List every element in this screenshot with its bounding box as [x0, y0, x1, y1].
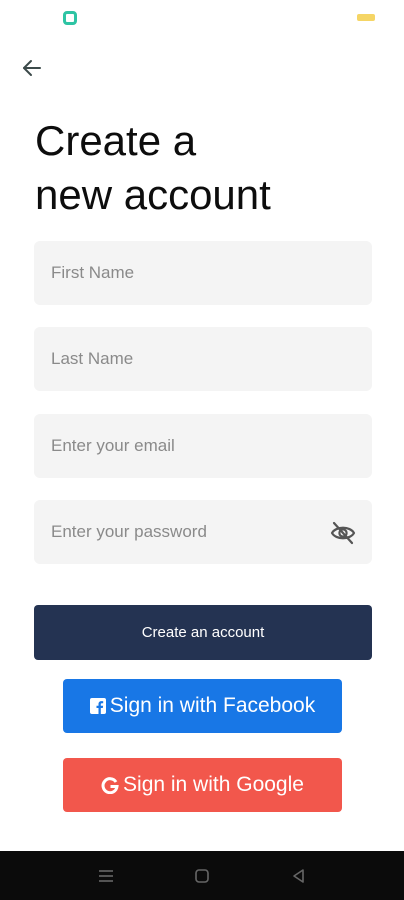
page-title: Create a new account — [35, 114, 375, 222]
menu-icon[interactable] — [95, 865, 117, 887]
status-bar — [0, 0, 404, 36]
first-name-field[interactable] — [34, 241, 372, 305]
facebook-sign-in-label: Sign in with Facebook — [109, 694, 316, 717]
facebook-icon — [89, 698, 106, 714]
back-arrow-icon[interactable] — [20, 56, 44, 80]
password-field[interactable] — [34, 500, 372, 564]
google-sign-in-button[interactable]: Sign in with Google — [63, 758, 342, 812]
google-sign-in-label: Sign in with Google — [123, 773, 304, 796]
create-account-button[interactable]: Create an account — [34, 605, 372, 660]
battery-icon — [357, 14, 375, 21]
app-status-icon — [63, 11, 77, 25]
eye-off-icon[interactable] — [329, 520, 357, 546]
last-name-field[interactable] — [34, 327, 372, 391]
email-field[interactable] — [34, 414, 372, 478]
back-icon[interactable] — [288, 865, 310, 887]
create-account-label: Create an account — [141, 624, 265, 641]
google-icon — [101, 776, 119, 794]
home-icon[interactable] — [191, 865, 213, 887]
page-title-line-1: Create a — [35, 117, 197, 164]
facebook-sign-in-button[interactable]: Sign in with Facebook — [63, 679, 342, 733]
system-navigation-bar — [0, 851, 404, 900]
page-title-line-2: new account — [35, 171, 271, 218]
